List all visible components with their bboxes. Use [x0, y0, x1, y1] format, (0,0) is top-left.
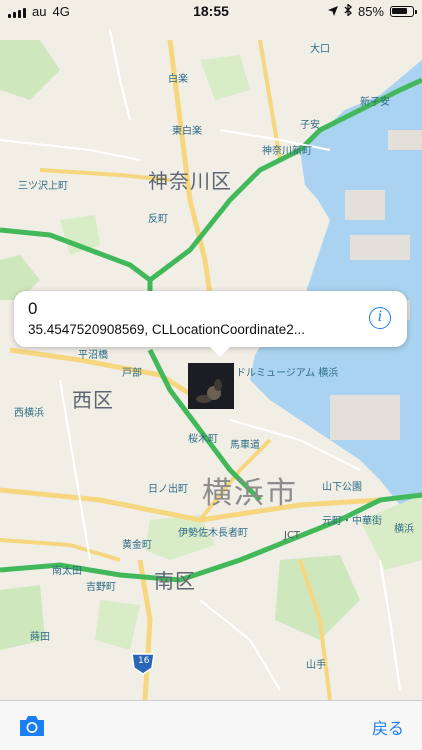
place-label: 日ノ出町	[148, 484, 188, 495]
place-label: 西横浜	[14, 408, 44, 419]
place-label: 吉野町	[86, 582, 116, 593]
info-icon: i	[377, 309, 383, 325]
place-label: 大口	[310, 44, 330, 55]
place-label: 神奈川新町	[262, 146, 312, 157]
place-label: 伊勢佐木長者町	[178, 528, 248, 539]
place-label: 東白楽	[172, 126, 202, 137]
place-label: 横浜	[394, 524, 414, 535]
place-label: 桜木町	[188, 434, 218, 445]
callout-title: 0	[28, 299, 38, 318]
status-right: 85%	[327, 3, 417, 19]
city-label: 横浜市	[202, 476, 298, 511]
place-label: 山手	[306, 660, 326, 671]
place-label: JCT	[284, 530, 301, 541]
district-label: 西区	[72, 388, 114, 412]
route-16-label: 16	[138, 656, 150, 666]
district-label: 南区	[154, 569, 196, 593]
bottom-toolbar: 戻る	[0, 700, 422, 750]
back-button[interactable]: 戻る	[372, 715, 404, 739]
info-button[interactable]: i	[369, 307, 391, 329]
callout-subtitle: 35.4547520908569, CLLocationCoordinate2.…	[28, 322, 305, 337]
place-label: 子安	[300, 120, 320, 131]
place-label: 新子安	[360, 97, 390, 108]
battery-percent: 85%	[357, 4, 384, 19]
place-label: 蒔田	[30, 632, 50, 643]
place-label: 山下公園	[322, 482, 362, 493]
battery-icon	[390, 6, 417, 17]
bluetooth-icon	[344, 3, 352, 19]
camera-icon	[20, 716, 44, 736]
place-label: 三ツ沢上町	[18, 181, 68, 192]
location-arrow-icon	[327, 4, 338, 19]
place-label: 平沼橋	[78, 350, 108, 361]
status-bar: au 4G 18:55 85%	[0, 0, 422, 24]
place-label: 馬車道	[230, 440, 260, 451]
camera-button[interactable]	[18, 714, 46, 738]
district-label: 神奈川区	[148, 169, 232, 193]
photo-thumbnail-image	[188, 363, 234, 409]
photo-pin-thumbnail[interactable]	[188, 363, 234, 409]
place-label: 反町	[148, 214, 168, 225]
place-label: 南太田	[52, 566, 82, 577]
annotation-callout[interactable]: 0 35.4547520908569, CLLocationCoordinate…	[14, 291, 407, 357]
place-label: 元町・中華街	[322, 516, 382, 527]
place-label: 黄金町	[122, 540, 152, 551]
place-label: 戸部	[122, 368, 142, 379]
place-label: ドルミュージアム 横浜	[236, 368, 339, 379]
place-label: 白楽	[168, 74, 188, 85]
